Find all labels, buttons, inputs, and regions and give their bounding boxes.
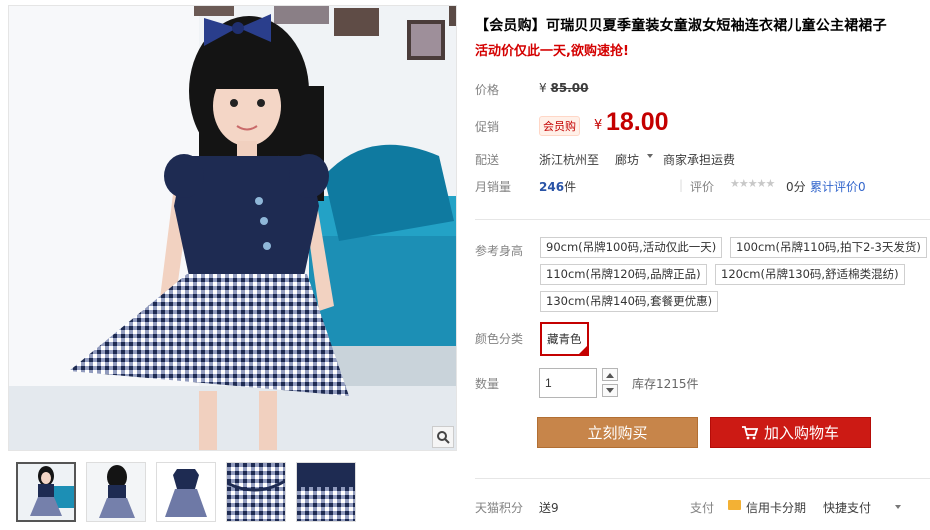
sales-unit: 件	[564, 180, 577, 194]
thumbnail-5[interactable]	[296, 462, 356, 522]
original-price-currency: ¥	[539, 81, 547, 95]
size-option[interactable]: 100cm(吊牌110码,拍下2-3天发货)	[730, 237, 927, 258]
color-label: 颜色分类	[475, 332, 524, 346]
product-gallery	[8, 5, 457, 525]
add-to-cart-button[interactable]: 加入购物车	[710, 417, 871, 448]
quantity-field[interactable]	[539, 368, 597, 398]
size-option[interactable]: 130cm(吊牌140码,套餐更优惠)	[540, 291, 719, 312]
quantity-input[interactable]	[540, 369, 596, 397]
thumbnail-fabric-detail	[227, 463, 285, 521]
stock-count: 库存1215件	[632, 377, 699, 391]
ship-to-label: 至	[587, 153, 600, 167]
quantity-label: 数量	[475, 377, 500, 391]
ship-destination-select[interactable]: 廊坊	[615, 151, 639, 168]
thumbnail-waist-detail	[297, 463, 355, 521]
size-option[interactable]: 120cm(吊牌130码,舒适棉类混纺)	[715, 264, 905, 285]
thumbnail-girl-front	[18, 464, 74, 520]
thumbnail-dress-flat	[157, 463, 215, 521]
promo-price: 18.00	[606, 108, 669, 136]
shipping-note: 商家承担运费	[663, 153, 736, 167]
cart-icon	[741, 425, 758, 439]
points-label: 天猫积分	[475, 501, 524, 515]
monthly-sales: 246件	[539, 178, 576, 195]
product-info: 【会员购】可瑞贝贝夏季童装女童淑女短袖连衣裙儿童公主裙裙子 活动价仅此一天,欲购…	[475, 0, 930, 530]
original-price: ¥ 85.00	[539, 81, 588, 95]
chevron-down-icon[interactable]	[647, 154, 653, 158]
points-value: 送9	[539, 501, 559, 515]
quantity-decrement-button[interactable]	[602, 384, 618, 397]
size-option[interactable]: 110cm(吊牌120码,品牌正品)	[540, 264, 707, 285]
thumbnail-4[interactable]	[226, 462, 286, 522]
promo-tag: 会员购	[539, 116, 580, 136]
product-subtitle: 活动价仅此一天,欲购速抢!	[475, 44, 629, 59]
thumbnail-2[interactable]	[86, 462, 146, 522]
buy-now-button[interactable]: 立刻购买	[537, 417, 698, 448]
promo-currency: ¥	[594, 118, 603, 133]
magnifier-icon	[437, 431, 450, 444]
rating-stars-icon: ★★★★★	[730, 177, 775, 190]
add-to-cart-label: 加入购物车	[763, 424, 839, 442]
section-divider	[475, 478, 930, 479]
sales-count: 246	[539, 180, 565, 194]
zoom-button[interactable]	[432, 426, 454, 448]
original-price-value: 85.00	[550, 81, 589, 95]
product-title: 【会员购】可瑞贝贝夏季童装女童淑女短袖连衣裙儿童公主裙裙子	[475, 18, 887, 34]
size-option[interactable]: 90cm(吊牌100码,活动仅此一天)	[540, 237, 723, 258]
thumbnail-1[interactable]	[16, 462, 76, 522]
quantity-increment-button[interactable]	[602, 368, 618, 381]
size-label: 参考身高	[475, 244, 524, 258]
rating-score: 0分	[786, 180, 806, 194]
promo-label: 促销	[475, 120, 500, 134]
rating-label: 评价	[690, 180, 715, 194]
payment-label: 支付	[690, 501, 715, 515]
color-option-selected[interactable]: 藏青色	[540, 322, 589, 356]
quick-pay-link[interactable]: 快捷支付	[823, 499, 871, 516]
shipping-label: 配送	[475, 153, 500, 167]
ship-from: 浙江杭州	[539, 153, 588, 167]
credit-card-icon	[728, 500, 741, 510]
main-product-image[interactable]	[8, 5, 457, 451]
section-divider	[475, 219, 930, 220]
review-count-link[interactable]: 累计评价0	[810, 178, 866, 195]
thumbnail-3[interactable]	[156, 462, 216, 522]
divider: |	[679, 178, 684, 192]
thumbnail-girl-back	[87, 463, 145, 521]
credit-installment-link[interactable]: 信用卡分期	[746, 499, 806, 516]
price-label: 价格	[475, 83, 500, 97]
buy-now-label: 立刻购买	[587, 424, 648, 442]
chevron-down-icon[interactable]	[895, 505, 901, 509]
product-photo-girl-dress	[9, 6, 456, 450]
monthly-sales-label: 月销量	[475, 180, 512, 194]
arrow-down-icon	[606, 387, 614, 393]
arrow-up-icon	[606, 372, 614, 378]
thumbnail-strip	[16, 462, 356, 522]
